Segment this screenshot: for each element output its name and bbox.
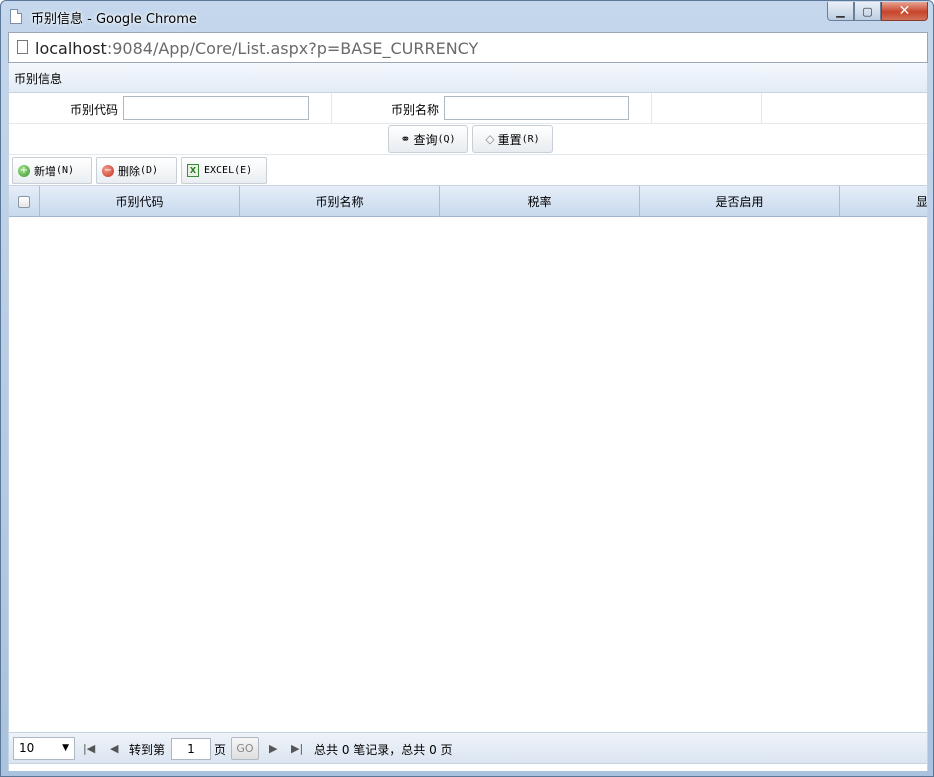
excel-label: EXCEL — [204, 165, 235, 176]
title-bar[interactable]: 币别信息 - Google Chrome ▁ ▢ ✕ — [1, 1, 933, 32]
address-bar[interactable]: localhost:9084/App/Core/List.aspx?p=BASE… — [8, 32, 928, 63]
close-button[interactable]: ✕ — [881, 2, 928, 21]
add-button[interactable]: + 新增 (N) — [12, 157, 92, 184]
excel-hotkey: (E) — [234, 165, 253, 176]
currency-code-label: 币别代码 — [70, 103, 119, 117]
url-host: localhost — [35, 39, 107, 58]
go-button[interactable]: GO — [231, 737, 259, 760]
divider — [651, 93, 652, 123]
add-icon: + — [18, 164, 30, 177]
column-header-enabled[interactable]: 是否启用 — [640, 186, 840, 217]
column-header-display[interactable]: 显 — [840, 186, 927, 217]
panel-title: 币别信息 — [14, 72, 63, 86]
page-icon — [10, 9, 22, 24]
query-hotkey: (Q) — [437, 133, 456, 145]
record-summary: 总共 0 笔记录，总共 0 页 — [314, 743, 453, 757]
document-icon — [17, 40, 28, 54]
url-text[interactable]: localhost:9084/App/Core/List.aspx?p=BASE… — [35, 39, 478, 58]
currency-name-label: 币别名称 — [391, 103, 440, 117]
page-number-input[interactable]: 1 — [171, 738, 211, 760]
divider — [761, 93, 762, 123]
search-form: 币别代码 币别名称 — [9, 93, 927, 124]
binoculars-icon: ⚭ — [400, 132, 411, 146]
grid-toolbar: + 新增 (N) − 删除 (D) X EXCEL (E) — [9, 155, 927, 186]
search-actions: ⚭ 查询 (Q) ◇ 重置 (R) — [9, 124, 927, 155]
next-page-icon[interactable]: ▶ — [269, 742, 277, 755]
page-content: 币别信息 币别代码 币别名称 ⚭ 查询(Q) ◇ 重置(R) + 新增(N — [8, 63, 928, 771]
window-controls: ▁ ▢ ✕ — [827, 2, 928, 21]
grid-header: 币别代码 币别名称 税率 是否启用 显 — [9, 186, 927, 217]
page-size-select[interactable]: 10 ▼ — [13, 737, 75, 760]
reset-button[interactable]: ◇ 重置 (R) — [472, 125, 553, 153]
query-label: 查询 — [413, 132, 438, 147]
delete-icon: − — [102, 164, 114, 177]
first-page-icon[interactable]: |◀ — [83, 742, 95, 755]
page-size-value: 10 — [19, 741, 35, 755]
delete-button[interactable]: − 删除 (D) — [96, 157, 177, 184]
column-header-code[interactable]: 币别代码 — [40, 186, 240, 217]
url-path: :9084/App/Core/List.aspx?p=BASE_CURRENCY — [106, 39, 479, 58]
eraser-icon: ◇ — [485, 132, 495, 146]
page-unit-label: 页 — [214, 743, 227, 757]
select-all-cell — [9, 186, 40, 217]
select-all-checkbox[interactable] — [18, 195, 30, 208]
excel-export-button[interactable]: X EXCEL (E) — [181, 157, 267, 184]
reset-label: 重置 — [497, 132, 522, 147]
panel-header: 币别信息 — [9, 63, 927, 93]
currency-code-input[interactable] — [123, 96, 309, 120]
delete-label: 删除 — [118, 164, 140, 178]
add-hotkey: (N) — [56, 165, 75, 176]
window-title: 币别信息 - Google Chrome — [31, 12, 197, 27]
column-header-name[interactable]: 币别名称 — [240, 186, 440, 217]
browser-window: 币别信息 - Google Chrome ▁ ▢ ✕ localhost:908… — [0, 0, 934, 777]
last-page-icon[interactable]: ▶| — [291, 742, 303, 755]
reset-hotkey: (R) — [521, 133, 540, 145]
chevron-down-icon: ▼ — [62, 743, 69, 753]
column-header-tax-rate[interactable]: 税率 — [440, 186, 640, 217]
add-label: 新增 — [34, 164, 56, 178]
pagination-bar: 10 ▼ |◀ ◀ 转到第 1 页 GO ▶ ▶| 总共 0 笔记录，总共 0 … — [9, 732, 927, 764]
query-button[interactable]: ⚭ 查询 (Q) — [388, 125, 468, 153]
excel-icon: X — [187, 164, 199, 177]
delete-hotkey: (D) — [140, 165, 159, 176]
currency-name-input[interactable] — [444, 96, 629, 120]
restore-button[interactable]: ▢ — [854, 2, 881, 21]
grid-body — [9, 217, 927, 734]
prev-page-icon[interactable]: ◀ — [110, 742, 118, 755]
divider — [331, 93, 332, 123]
minimize-button[interactable]: ▁ — [827, 2, 854, 21]
goto-label: 转到第 — [129, 743, 166, 757]
